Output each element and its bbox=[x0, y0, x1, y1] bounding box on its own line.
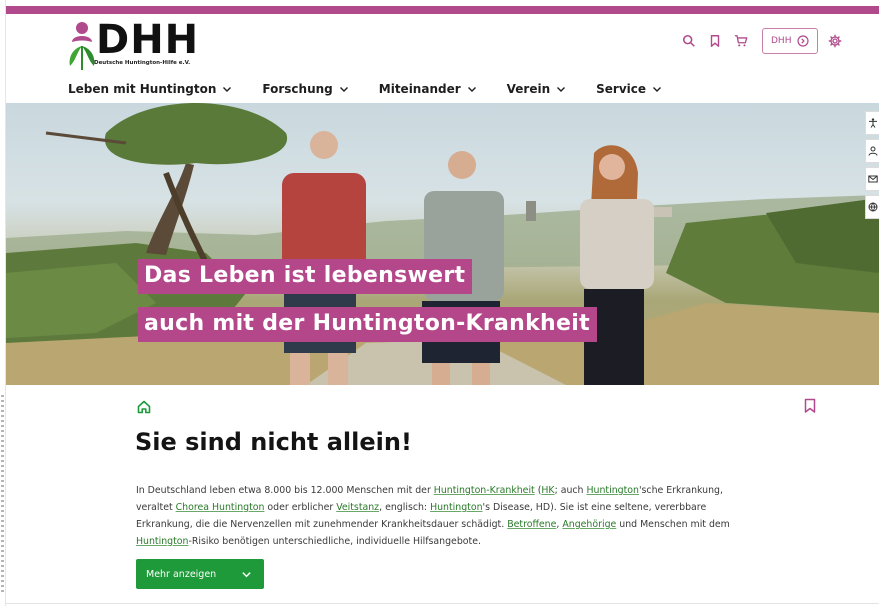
intro-paragraph: In Deutschland leben etwa 8.000 bis 12.0… bbox=[136, 482, 756, 550]
nav-item-label: Forschung bbox=[262, 82, 333, 96]
scan-artifact bbox=[1, 395, 4, 595]
link-betroffene[interactable]: Betroffene bbox=[507, 519, 556, 530]
page-title: Sie sind nicht allein! bbox=[135, 428, 412, 456]
top-accent-bar bbox=[6, 6, 879, 14]
link-angehoerige[interactable]: Angehörige bbox=[562, 519, 616, 530]
globe-icon[interactable] bbox=[865, 195, 879, 219]
logo-subtitle: Deutsche Huntington-Hilfe e.V. bbox=[94, 60, 191, 66]
link-veitstanz[interactable]: Veitstanz bbox=[336, 502, 379, 513]
main-nav: Leben mit Huntington Forschung Miteinand… bbox=[68, 80, 692, 98]
link-huntington-krankheit[interactable]: Huntington-Krankheit bbox=[434, 485, 535, 496]
nav-item-forschung[interactable]: Forschung bbox=[262, 80, 348, 98]
divider bbox=[6, 603, 879, 604]
nav-item-leben-mit-huntington[interactable]: Leben mit Huntington bbox=[68, 80, 232, 98]
chevron-down-icon bbox=[557, 87, 566, 92]
link-huntington[interactable]: Huntington bbox=[430, 502, 482, 513]
link-huntington[interactable]: Huntington bbox=[586, 485, 638, 496]
intro-text: ; auch bbox=[554, 485, 587, 496]
chevron-down-icon bbox=[339, 87, 348, 92]
cart-icon[interactable] bbox=[732, 32, 750, 50]
hero-headline-line-1: Das Leben ist lebenswert bbox=[138, 259, 473, 294]
nav-item-label: Verein bbox=[506, 82, 551, 96]
link-chorea-huntington[interactable]: Chorea Huntington bbox=[176, 502, 265, 513]
nav-item-verein[interactable]: Verein bbox=[507, 80, 566, 98]
intro-text: oder erblicher bbox=[264, 502, 337, 513]
show-more-label: Mehr anzeigen bbox=[146, 568, 217, 580]
chevron-down-icon bbox=[653, 87, 662, 92]
chevron-down-icon bbox=[242, 571, 251, 577]
accessibility-icon[interactable] bbox=[865, 111, 879, 135]
nav-item-service[interactable]: Service bbox=[596, 80, 662, 98]
search-icon[interactable] bbox=[680, 32, 698, 50]
nav-item-label: Service bbox=[596, 82, 647, 96]
hero-photo bbox=[6, 103, 879, 385]
home-icon[interactable] bbox=[136, 399, 152, 415]
link-huntington[interactable]: Huntington bbox=[136, 536, 188, 547]
account-button[interactable]: DHH bbox=[762, 28, 819, 54]
bookmark-icon[interactable] bbox=[706, 32, 724, 50]
logo[interactable]: DHH Deutsche Huntington-Hilfe e.V. bbox=[66, 17, 200, 72]
nav-item-miteinander[interactable]: Miteinander bbox=[379, 80, 477, 98]
chevron-down-icon bbox=[223, 87, 232, 92]
hero-headline-line-2: auch mit der Huntington-Krankheit bbox=[138, 307, 597, 342]
nav-item-label: Miteinander bbox=[378, 82, 461, 96]
person-icon[interactable] bbox=[865, 139, 879, 163]
intro-text: und Menschen mit dem bbox=[616, 519, 730, 530]
gear-icon[interactable] bbox=[826, 32, 844, 50]
link-hk[interactable]: HK bbox=[541, 485, 554, 496]
intro-text: -Risiko benötigen unterschiedliche, indi… bbox=[188, 536, 481, 547]
arrow-circle-icon bbox=[797, 35, 810, 47]
logo-wordmark: DHH bbox=[96, 17, 200, 63]
bookmark-icon[interactable] bbox=[803, 398, 817, 414]
show-more-button[interactable]: Mehr anzeigen bbox=[136, 559, 264, 589]
intro-text: , englisch: bbox=[379, 502, 431, 513]
intro-text: In Deutschland leben etwa 8.000 bis 12.0… bbox=[136, 485, 434, 496]
header-tools: DHH bbox=[680, 28, 844, 54]
mail-icon[interactable] bbox=[865, 167, 879, 191]
chevron-down-icon bbox=[467, 87, 476, 92]
side-toolbar bbox=[865, 111, 879, 223]
hero-banner: Das Leben ist lebenswert auch mit der Hu… bbox=[6, 103, 879, 385]
nav-item-label: Leben mit Huntington bbox=[68, 82, 217, 96]
account-button-label: DHH bbox=[771, 36, 792, 46]
